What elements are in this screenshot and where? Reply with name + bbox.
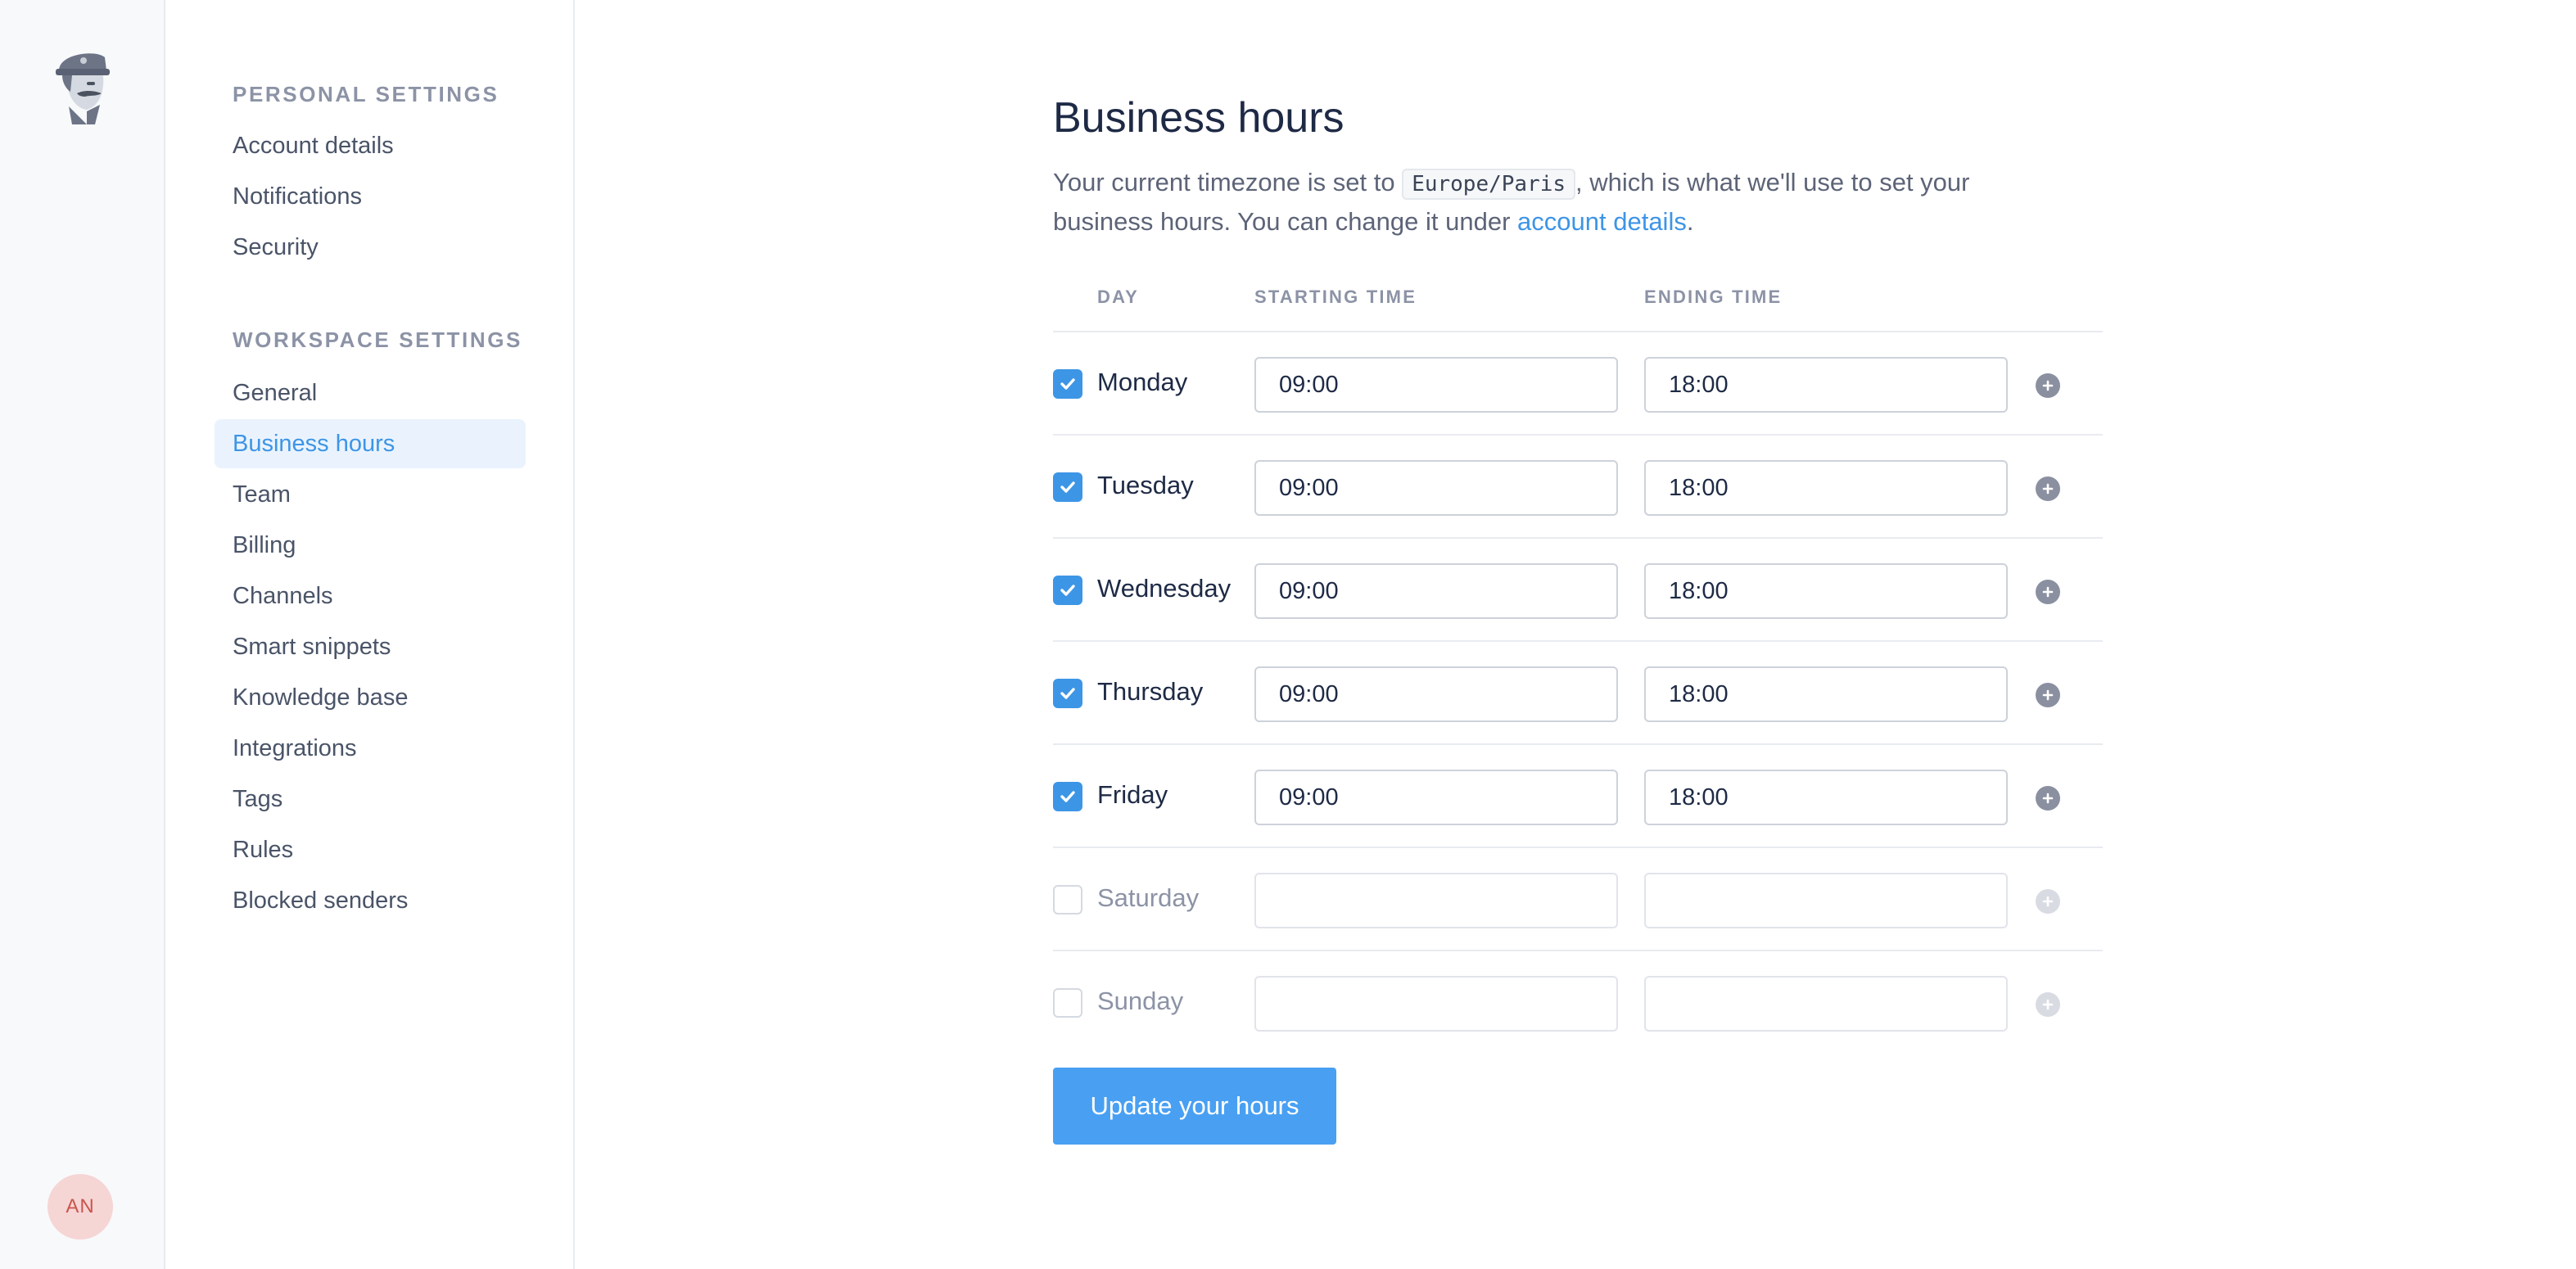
day-label: Friday bbox=[1097, 780, 1168, 809]
sidebar-item-notifications[interactable]: Notifications bbox=[215, 172, 526, 221]
sidebar-item-billing[interactable]: Billing bbox=[215, 521, 526, 570]
checkmark-icon bbox=[1060, 481, 1075, 493]
app-rail: AN bbox=[0, 0, 165, 1269]
wednesday-checkbox[interactable] bbox=[1053, 576, 1082, 605]
day-row-thursday: Thursday bbox=[1053, 642, 2103, 745]
monday-checkbox[interactable] bbox=[1053, 369, 1082, 399]
add-time-range-button[interactable] bbox=[2036, 476, 2060, 501]
ending-time-input[interactable] bbox=[1644, 666, 2008, 722]
day-label: Tuesday bbox=[1097, 471, 1194, 499]
app: AN PERSONAL SETTINGS Account details Not… bbox=[0, 0, 2576, 1269]
column-header-ending-time: ENDING TIME bbox=[1644, 287, 1783, 307]
starting-time-input[interactable] bbox=[1254, 460, 1618, 516]
sunday-checkbox[interactable] bbox=[1053, 988, 1082, 1018]
plus-icon bbox=[2042, 483, 2054, 495]
sidebar-item-rules[interactable]: Rules bbox=[215, 825, 526, 874]
sidebar-item-smart-snippets[interactable]: Smart snippets bbox=[215, 622, 526, 671]
checkmark-icon bbox=[1060, 688, 1075, 699]
sidebar-item-general[interactable]: General bbox=[215, 368, 526, 418]
settings-sidebar: PERSONAL SETTINGS Account details Notifi… bbox=[167, 0, 575, 1269]
intro-text-before: Your current timezone is set to bbox=[1053, 168, 1403, 196]
timezone-code: Europe/Paris bbox=[1402, 169, 1576, 200]
starting-time-input[interactable] bbox=[1254, 357, 1618, 413]
starting-time-input[interactable] bbox=[1254, 976, 1618, 1032]
friday-checkbox[interactable] bbox=[1053, 782, 1082, 811]
ending-time-input[interactable] bbox=[1644, 357, 2008, 413]
thursday-checkbox[interactable] bbox=[1053, 679, 1082, 708]
ending-time-input[interactable] bbox=[1644, 976, 2008, 1032]
add-time-range-button[interactable] bbox=[2036, 889, 2060, 914]
workspace-settings-heading: WORKSPACE SETTINGS bbox=[233, 327, 523, 352]
day-label: Sunday bbox=[1097, 987, 1184, 1015]
plus-icon bbox=[2042, 689, 2054, 701]
update-hours-button[interactable]: Update your hours bbox=[1053, 1068, 1336, 1145]
starting-time-input[interactable] bbox=[1254, 770, 1618, 825]
add-time-range-button[interactable] bbox=[2036, 992, 2060, 1017]
plus-icon bbox=[2042, 586, 2054, 598]
avatar-initials: AN bbox=[66, 1195, 95, 1217]
day-row-tuesday: Tuesday bbox=[1053, 436, 2103, 539]
account-details-link[interactable]: account details bbox=[1517, 207, 1687, 236]
add-time-range-button[interactable] bbox=[2036, 786, 2060, 811]
sidebar-item-tags[interactable]: Tags bbox=[215, 774, 526, 824]
ending-time-input[interactable] bbox=[1644, 873, 2008, 928]
day-row-wednesday: Wednesday bbox=[1053, 539, 2103, 642]
add-time-range-button[interactable] bbox=[2036, 683, 2060, 707]
ending-time-input[interactable] bbox=[1644, 770, 2008, 825]
checkmark-icon bbox=[1060, 378, 1075, 390]
day-label: Wednesday bbox=[1097, 574, 1232, 603]
hours-table-header: DAY STARTING TIME ENDING TIME bbox=[1053, 287, 2103, 332]
sidebar-item-account-details[interactable]: Account details bbox=[215, 121, 526, 170]
intro-text-after: . bbox=[1686, 207, 1694, 236]
sidebar-item-blocked-senders[interactable]: Blocked senders bbox=[215, 876, 526, 925]
day-label: Monday bbox=[1097, 368, 1188, 396]
sidebar-item-channels[interactable]: Channels bbox=[215, 571, 526, 621]
plus-icon bbox=[2042, 896, 2054, 907]
sidebar-item-business-hours[interactable]: Business hours bbox=[215, 419, 526, 468]
sidebar-item-security[interactable]: Security bbox=[215, 223, 526, 272]
day-row-saturday: Saturday bbox=[1053, 848, 2103, 951]
add-time-range-button[interactable] bbox=[2036, 373, 2060, 398]
user-avatar[interactable]: AN bbox=[47, 1174, 113, 1240]
column-header-starting-time: STARTING TIME bbox=[1254, 287, 1417, 307]
starting-time-input[interactable] bbox=[1254, 563, 1618, 619]
agent-mascot-logo-icon[interactable] bbox=[47, 46, 113, 124]
tuesday-checkbox[interactable] bbox=[1053, 472, 1082, 502]
checkmark-icon bbox=[1060, 791, 1075, 802]
plus-icon bbox=[2042, 793, 2054, 804]
starting-time-input[interactable] bbox=[1254, 873, 1618, 928]
sidebar-item-team[interactable]: Team bbox=[215, 470, 526, 519]
checkmark-icon bbox=[1060, 585, 1075, 596]
day-label: Thursday bbox=[1097, 677, 1204, 706]
ending-time-input[interactable] bbox=[1644, 460, 2008, 516]
column-header-day: DAY bbox=[1097, 287, 1140, 307]
day-label: Saturday bbox=[1097, 883, 1200, 912]
day-row-monday: Monday bbox=[1053, 332, 2103, 436]
saturday-checkbox[interactable] bbox=[1053, 885, 1082, 914]
sidebar-item-knowledge-base[interactable]: Knowledge base bbox=[215, 673, 526, 722]
add-time-range-button[interactable] bbox=[2036, 580, 2060, 604]
timezone-description: Your current timezone is set to Europe/P… bbox=[1053, 164, 2068, 241]
page-title: Business hours bbox=[1053, 94, 1344, 142]
plus-icon bbox=[2042, 999, 2054, 1010]
day-row-friday: Friday bbox=[1053, 745, 2103, 848]
ending-time-input[interactable] bbox=[1644, 563, 2008, 619]
starting-time-input[interactable] bbox=[1254, 666, 1618, 722]
plus-icon bbox=[2042, 380, 2054, 391]
day-row-sunday: Sunday bbox=[1053, 951, 2103, 1054]
personal-settings-heading: PERSONAL SETTINGS bbox=[233, 82, 499, 106]
main-content: Business hours Your current timezone is … bbox=[576, 0, 2576, 1269]
sidebar-item-integrations[interactable]: Integrations bbox=[215, 724, 526, 773]
